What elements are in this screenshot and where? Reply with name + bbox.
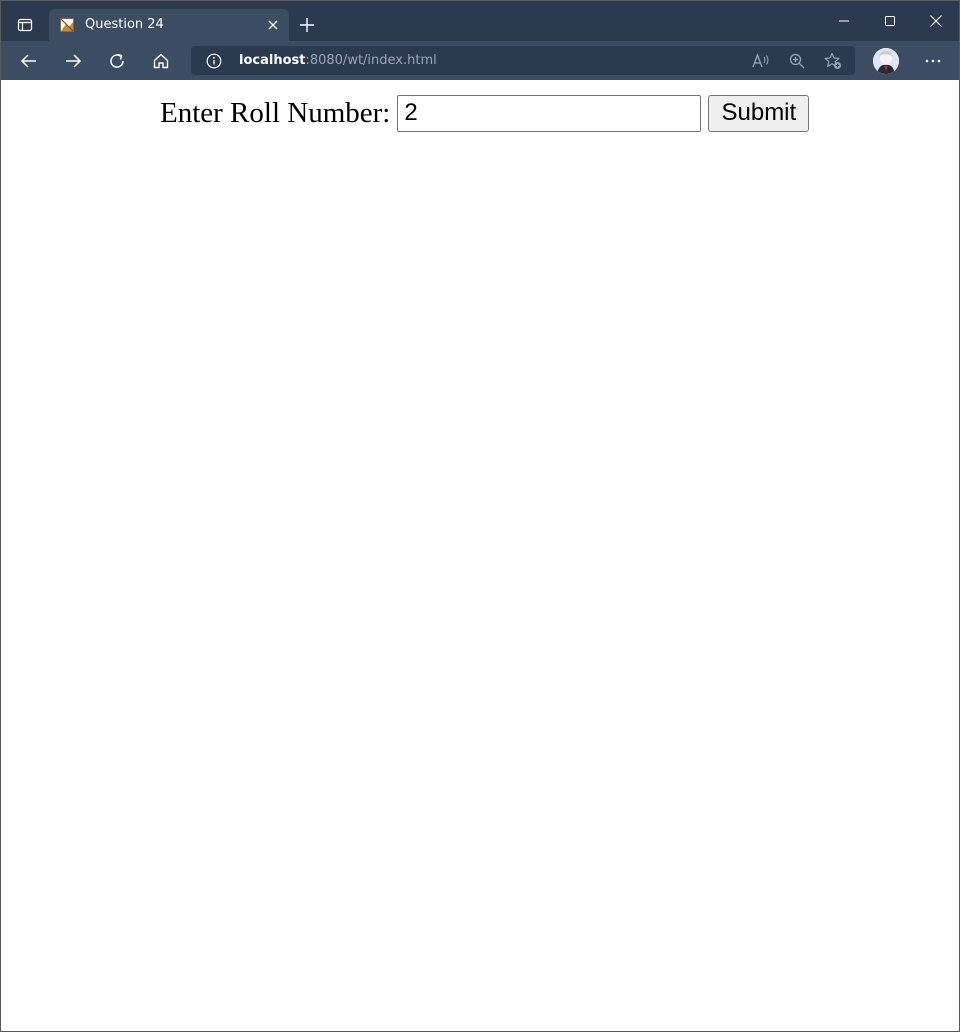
window-close-button[interactable]: [913, 5, 959, 37]
url-path: :8080/wt/index.html: [305, 53, 437, 68]
maximize-button[interactable]: [867, 5, 913, 37]
url-text[interactable]: localhost:8080/wt/index.html: [239, 53, 437, 68]
profile-avatar[interactable]: [873, 48, 899, 74]
browser-window: Question 24 localhost:8080/wt/index.html…: [0, 0, 960, 1032]
title-bar: Question 24: [1, 1, 959, 41]
submit-button[interactable]: Submit: [708, 94, 810, 132]
roll-number-form: Enter Roll Number: Submit: [160, 94, 810, 132]
plus-icon[interactable]: [295, 13, 319, 37]
address-bar[interactable]: localhost:8080/wt/index.html: [191, 46, 855, 75]
roll-number-input[interactable]: [397, 94, 702, 132]
browser-toolbar: localhost:8080/wt/index.html: [1, 41, 959, 80]
url-host: localhost: [239, 53, 306, 68]
read-aloud-icon[interactable]: [751, 51, 771, 71]
roll-number-label: Enter Roll Number:: [160, 96, 391, 129]
active-tab[interactable]: Question 24: [49, 9, 289, 41]
info-icon[interactable]: [205, 52, 223, 70]
back-arrow-icon[interactable]: [15, 47, 43, 75]
close-icon[interactable]: [265, 17, 281, 33]
more-icon[interactable]: [919, 47, 947, 75]
refresh-icon[interactable]: [103, 47, 131, 75]
home-icon[interactable]: [147, 47, 175, 75]
forward-arrow-icon[interactable]: [59, 47, 87, 75]
favicon-icon: [60, 18, 74, 32]
tab-actions-icon[interactable]: [11, 11, 39, 39]
minimize-button[interactable]: [821, 5, 867, 37]
page-content: Enter Roll Number: Submit: [1, 80, 959, 1031]
add-favorite-icon[interactable]: [823, 51, 843, 71]
tab-title: Question 24: [85, 17, 164, 32]
zoom-in-icon[interactable]: [787, 51, 807, 71]
